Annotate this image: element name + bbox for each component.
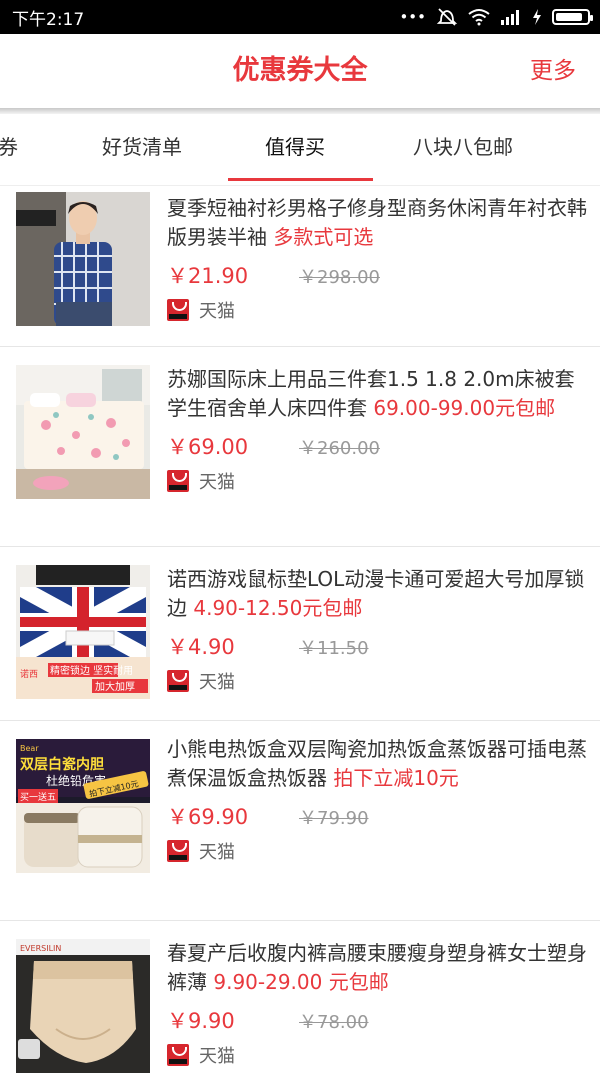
original-price: ￥11.50 xyxy=(299,638,369,659)
promo-text: 4.90-12.50元包邮 xyxy=(193,596,363,620)
list-item[interactable]: 苏娜国际床上用品三件套1.5 1.8 2.0m床被套学生宿舍单人床四件套 69.… xyxy=(0,347,600,547)
status-time: 下午2:17 xyxy=(12,9,85,30)
lunchbox-badge-text: 买一送五 xyxy=(20,791,56,803)
lunchbox-headline-text: 双层白瓷内胆 xyxy=(20,756,104,773)
shop-name: 天猫 xyxy=(199,472,235,493)
product-title[interactable]: 苏娜国际床上用品三件套1.5 1.8 2.0m床被套学生宿舍单人床四件套 69.… xyxy=(167,365,588,423)
current-price: ￥69.90 xyxy=(167,805,249,829)
price-row: ￥21.90 ￥298.00 xyxy=(167,260,588,290)
price-row: ￥69.90 ￥79.90 xyxy=(167,801,588,831)
list-item[interactable]: Bear 双层白瓷内胆 杜绝铅危害 买一送五 拍下立减10元 小熊电热饭盒双层陶… xyxy=(0,721,600,921)
shop-row: 天猫 xyxy=(167,296,588,324)
status-bar: 下午2:17 ••• xyxy=(0,0,600,34)
original-price: ￥298.00 xyxy=(299,267,380,288)
product-image[interactable] xyxy=(16,192,150,326)
price-row: ￥9.90 ￥78.00 xyxy=(167,1005,588,1035)
tmall-icon xyxy=(167,1044,189,1066)
active-tab-indicator xyxy=(228,178,373,181)
page-title: 优惠券大全 xyxy=(232,55,368,86)
tab-good-picks[interactable]: 好货清单 xyxy=(102,114,182,184)
shop-name: 天猫 xyxy=(199,672,235,693)
product-info: 小熊电热饭盒双层陶瓷加热饭盒蒸饭器可插电蒸煮保温饭盒热饭器 拍下立减10元 ￥6… xyxy=(167,735,588,865)
tmall-icon xyxy=(167,299,189,321)
shop-name: 天猫 xyxy=(199,842,235,863)
battery-icon xyxy=(552,9,593,25)
product-image[interactable]: 诺西 精密锁边 坚实耐用 加大加厚 xyxy=(16,565,150,699)
signal-icon xyxy=(501,10,519,25)
tab-coupons[interactable]: 券 xyxy=(0,114,18,184)
price-row: ￥4.90 ￥11.50 xyxy=(167,631,588,661)
dots-icon: ••• xyxy=(399,8,426,26)
promo-text: 69.00-99.00元包邮 xyxy=(373,396,556,420)
original-price: ￥78.00 xyxy=(299,1012,369,1033)
shop-row: 天猫 xyxy=(167,667,588,695)
wifi-icon xyxy=(468,9,490,26)
mousepad-size-text: 加大加厚 xyxy=(95,680,135,693)
status-icons: ••• xyxy=(399,7,593,27)
product-info: 春夏产后收腹内裤高腰束腰瘦身塑身裤女士塑身裤薄 9.90-29.00 元包邮 ￥… xyxy=(167,939,588,1069)
tmall-icon xyxy=(167,670,189,692)
tmall-icon xyxy=(167,840,189,862)
original-price: ￥79.90 xyxy=(299,808,369,829)
lunchbox-brand-text: Bear xyxy=(20,744,39,753)
shop-row: 天猫 xyxy=(167,1041,588,1069)
mousepad-brand-text: 诺西 xyxy=(20,669,38,680)
alarm-icon xyxy=(436,8,458,26)
product-info: 夏季短袖衬衫男格子修身型商务休闲青年衬衣韩版男装半袖 多款式可选 ￥21.90 … xyxy=(167,194,588,324)
charging-icon xyxy=(533,9,541,25)
app-header: 优惠券大全 更多 xyxy=(0,34,600,108)
product-image[interactable]: Bear 双层白瓷内胆 杜绝铅危害 买一送五 拍下立减10元 xyxy=(16,739,150,873)
tab-free-shipping-8-8[interactable]: 八块八包邮 xyxy=(413,114,513,184)
list-item[interactable]: 诺西 精密锁边 坚实耐用 加大加厚 诺西游戏鼠标垫LOL动漫卡通可爱超大号加厚锁… xyxy=(0,547,600,721)
shop-name: 天猫 xyxy=(199,1046,235,1067)
current-price: ￥4.90 xyxy=(167,635,235,659)
shop-row: 天猫 xyxy=(167,467,588,495)
promo-text: 9.90-29.00 元包邮 xyxy=(213,970,389,994)
list-item[interactable]: EVERSILIN 春夏产后收腹内裤高腰束腰瘦身塑身裤女士塑身裤薄 9.90-2… xyxy=(0,921,600,1081)
original-price: ￥260.00 xyxy=(299,438,380,459)
current-price: ￥69.00 xyxy=(167,435,249,459)
shop-name: 天猫 xyxy=(199,301,235,322)
price-row: ￥69.00 ￥260.00 xyxy=(167,431,588,461)
tab-worth-buying[interactable]: 值得买 xyxy=(265,114,325,184)
promo-text: 拍下立减10元 xyxy=(333,766,459,790)
product-title[interactable]: 诺西游戏鼠标垫LOL动漫卡通可爱超大号加厚锁边 4.90-12.50元包邮 xyxy=(167,565,588,623)
product-image[interactable]: EVERSILIN xyxy=(16,939,150,1073)
more-button[interactable]: 更多 xyxy=(530,34,576,108)
mousepad-slogan-text: 精密锁边 坚实耐用 xyxy=(50,664,133,677)
underwear-brand-text: EVERSILIN xyxy=(20,944,61,953)
current-price: ￥9.90 xyxy=(167,1009,235,1033)
product-title[interactable]: 夏季短袖衬衫男格子修身型商务休闲青年衬衣韩版男装半袖 多款式可选 xyxy=(167,194,588,252)
category-tabs: 券 好货清单 值得买 八块八包邮 xyxy=(0,114,600,186)
product-title[interactable]: 小熊电热饭盒双层陶瓷加热饭盒蒸饭器可插电蒸煮保温饭盒热饭器 拍下立减10元 xyxy=(167,735,588,793)
promo-text: 多款式可选 xyxy=(273,225,374,249)
product-title[interactable]: 春夏产后收腹内裤高腰束腰瘦身塑身裤女士塑身裤薄 9.90-29.00 元包邮 xyxy=(167,939,588,997)
shop-row: 天猫 xyxy=(167,837,588,865)
tmall-icon xyxy=(167,470,189,492)
product-info: 苏娜国际床上用品三件套1.5 1.8 2.0m床被套学生宿舍单人床四件套 69.… xyxy=(167,365,588,495)
list-item[interactable]: 夏季短袖衬衫男格子修身型商务休闲青年衬衣韩版男装半袖 多款式可选 ￥21.90 … xyxy=(0,186,600,347)
product-image[interactable] xyxy=(16,365,150,499)
current-price: ￥21.90 xyxy=(167,264,249,288)
product-info: 诺西游戏鼠标垫LOL动漫卡通可爱超大号加厚锁边 4.90-12.50元包邮 ￥4… xyxy=(167,565,588,695)
